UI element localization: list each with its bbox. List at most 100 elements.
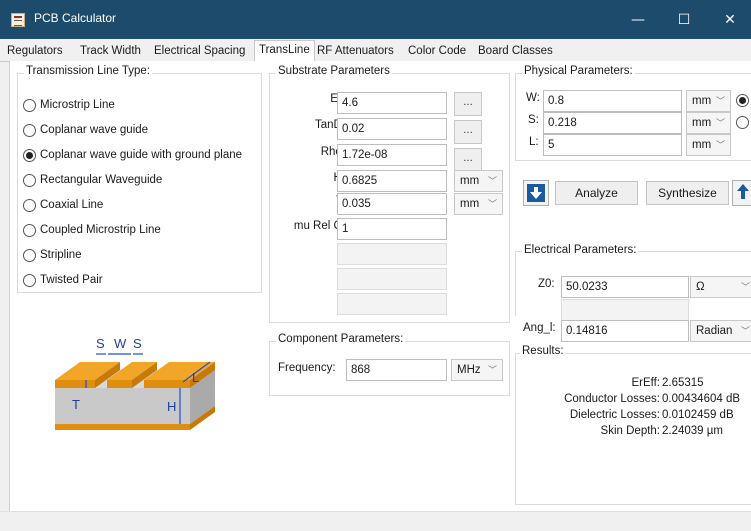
tab-regulators[interactable]: Regulators [3, 42, 67, 62]
minimize-button[interactable]: — [615, 0, 661, 39]
frequency-unit-select[interactable]: MHz ﹀ [451, 359, 503, 381]
l-unit-select[interactable]: mm ﹀ [686, 134, 731, 156]
calculator-app-icon [11, 13, 25, 27]
electrical-params-title: Electrical Parameters: [522, 244, 639, 256]
w-select-radio[interactable] [736, 94, 749, 107]
t-unit-select[interactable]: mm ﹀ [454, 193, 503, 215]
radio-label: Twisted Pair [40, 274, 103, 286]
tab-board-classes[interactable]: Board Classes [474, 42, 557, 62]
z0-label: Z0: [538, 278, 555, 290]
radio-coplanar-wave-guide[interactable]: Coplanar wave guide [23, 122, 148, 138]
empty-param-field [337, 243, 447, 265]
radio-label: Rectangular Waveguide [40, 174, 163, 186]
radio-rectangular-waveguide[interactable]: Rectangular Waveguide [23, 172, 162, 188]
diagram-label-h: H [167, 399, 176, 414]
physical-params-title: Physical Parameters: [522, 65, 635, 77]
signal-trace-front [107, 380, 132, 388]
tab-rf-attenuators[interactable]: RF Attenuators [313, 42, 398, 62]
tab-transline[interactable]: TransLine [254, 40, 315, 63]
s-unit-select[interactable]: mm ﹀ [686, 112, 731, 134]
t-input[interactable]: 0.035 [337, 193, 447, 215]
tab-electrical-spacing[interactable]: Electrical Spacing [150, 42, 249, 62]
er-input[interactable]: 4.6 [337, 92, 447, 114]
s-unit-value: mm [692, 117, 712, 129]
tab-track-width[interactable]: Track Width [76, 42, 145, 62]
analyze-button[interactable]: Analyze [555, 181, 638, 205]
ang-l-unit-select[interactable]: Radian ﹀ [690, 320, 751, 342]
radio-circle-icon[interactable] [23, 248, 36, 262]
rho-input[interactable]: 1.72e-08 [337, 144, 447, 166]
tab-color-code[interactable]: Color Code [404, 42, 470, 62]
h-unit-select[interactable]: mm ﹀ [454, 170, 503, 192]
ang-l-unit-value: Radian [696, 325, 733, 337]
conductor-losses-label: Conductor Losses: [564, 393, 660, 405]
line-type-group: Transmission Line Type: Microstrip Line … [17, 65, 262, 293]
t-unit-value: mm [460, 198, 480, 210]
arrow-down-icon[interactable] [523, 180, 549, 206]
status-bar [0, 511, 751, 531]
line-type-title: Transmission Line Type: [24, 65, 153, 77]
rho-label: Rho: [320, 146, 345, 158]
diagram-label-s: S [96, 336, 105, 351]
radio-circle-icon[interactable] [23, 98, 36, 112]
radio-microstrip-line[interactable]: Microstrip Line [23, 97, 115, 113]
radio-coupled-microstrip[interactable]: Coupled Microstrip Line [23, 222, 161, 238]
s-select-radio[interactable] [736, 116, 749, 129]
maximize-button[interactable]: ☐ [661, 0, 707, 39]
er-label: Er: [280, 93, 345, 105]
component-params-group: Component Parameters: Frequency: 868 MHz… [269, 333, 510, 396]
w-label: W: [526, 92, 540, 104]
z0-unit-select[interactable]: Ω ﹀ [690, 276, 751, 298]
l-input[interactable]: 5 [543, 134, 682, 156]
mu-rel-c-label: mu Rel C: [293, 220, 345, 232]
arrow-up-icon [737, 184, 749, 199]
chevron-down-icon: ﹀ [487, 199, 497, 209]
diagram-label-s2: S [133, 336, 142, 351]
rho-browse-button[interactable]: ... [454, 148, 482, 172]
results-title: Results: [520, 345, 566, 357]
radio-circle-icon[interactable] [23, 173, 36, 187]
er-browse-button[interactable]: ... [454, 92, 482, 116]
radio-label: Microstrip Line [40, 99, 115, 111]
synthesize-button[interactable]: Synthesize [646, 181, 729, 205]
radio-circle-icon[interactable] [23, 123, 36, 137]
close-button[interactable]: ✕ [707, 0, 751, 39]
diagram-label-w: W [114, 336, 127, 351]
z0-unit-value: Ω [696, 281, 705, 293]
tand-input[interactable]: 0.02 [337, 118, 447, 140]
transline-panel: Transmission Line Type: Microstrip Line … [9, 61, 751, 511]
frequency-unit-value: MHz [457, 364, 481, 376]
radio-coplanar-ground-plane[interactable]: Coplanar wave guide with ground plane [23, 147, 242, 163]
ang-l-output[interactable]: 0.14816 [561, 320, 689, 342]
chevron-down-icon: ﹀ [740, 282, 750, 292]
ereff-value: 2.65315 [662, 377, 704, 389]
h-label: H: [280, 172, 346, 184]
frequency-input[interactable]: 868 [346, 359, 447, 381]
tand-browse-button[interactable]: ... [454, 120, 482, 144]
diagram-label-l: L [192, 370, 199, 385]
radio-circle-icon[interactable] [23, 223, 36, 237]
radio-coaxial-line[interactable]: Coaxial Line [23, 197, 103, 213]
h-input[interactable]: 0.6825 [337, 170, 447, 192]
w-input[interactable]: 0.8 [543, 90, 682, 112]
radio-selected-icon[interactable] [23, 148, 36, 162]
mu-rel-c-input[interactable]: 1 [337, 218, 447, 240]
ang-l-label: Ang_l: [523, 322, 556, 334]
radio-stripline[interactable]: Stripline [23, 247, 82, 263]
substrate-params-group: Substrate Parameters Er: 4.6 ... TanD: 0… [269, 65, 510, 323]
left-ground-front [55, 380, 95, 388]
s-input[interactable]: 0.218 [543, 112, 682, 134]
chevron-down-icon: ﹀ [740, 326, 750, 336]
chevron-down-icon: ﹀ [715, 96, 725, 106]
w-unit-select[interactable]: mm ﹀ [686, 90, 731, 112]
title-bar: PCB Calculator — ☐ ✕ [0, 0, 751, 39]
radio-twisted-pair[interactable]: Twisted Pair [23, 272, 103, 288]
arrow-up-icon[interactable] [732, 180, 751, 206]
radio-circle-icon[interactable] [23, 273, 36, 287]
tand-label: TanD: [314, 119, 345, 131]
z0-output[interactable]: 50.0233 [561, 276, 689, 298]
component-params-title: Component Parameters: [276, 333, 406, 345]
skin-depth-label: Skin Depth: [600, 425, 660, 437]
conductor-losses-value: 0.00434604 dB [662, 393, 741, 405]
radio-circle-icon[interactable] [23, 198, 36, 212]
